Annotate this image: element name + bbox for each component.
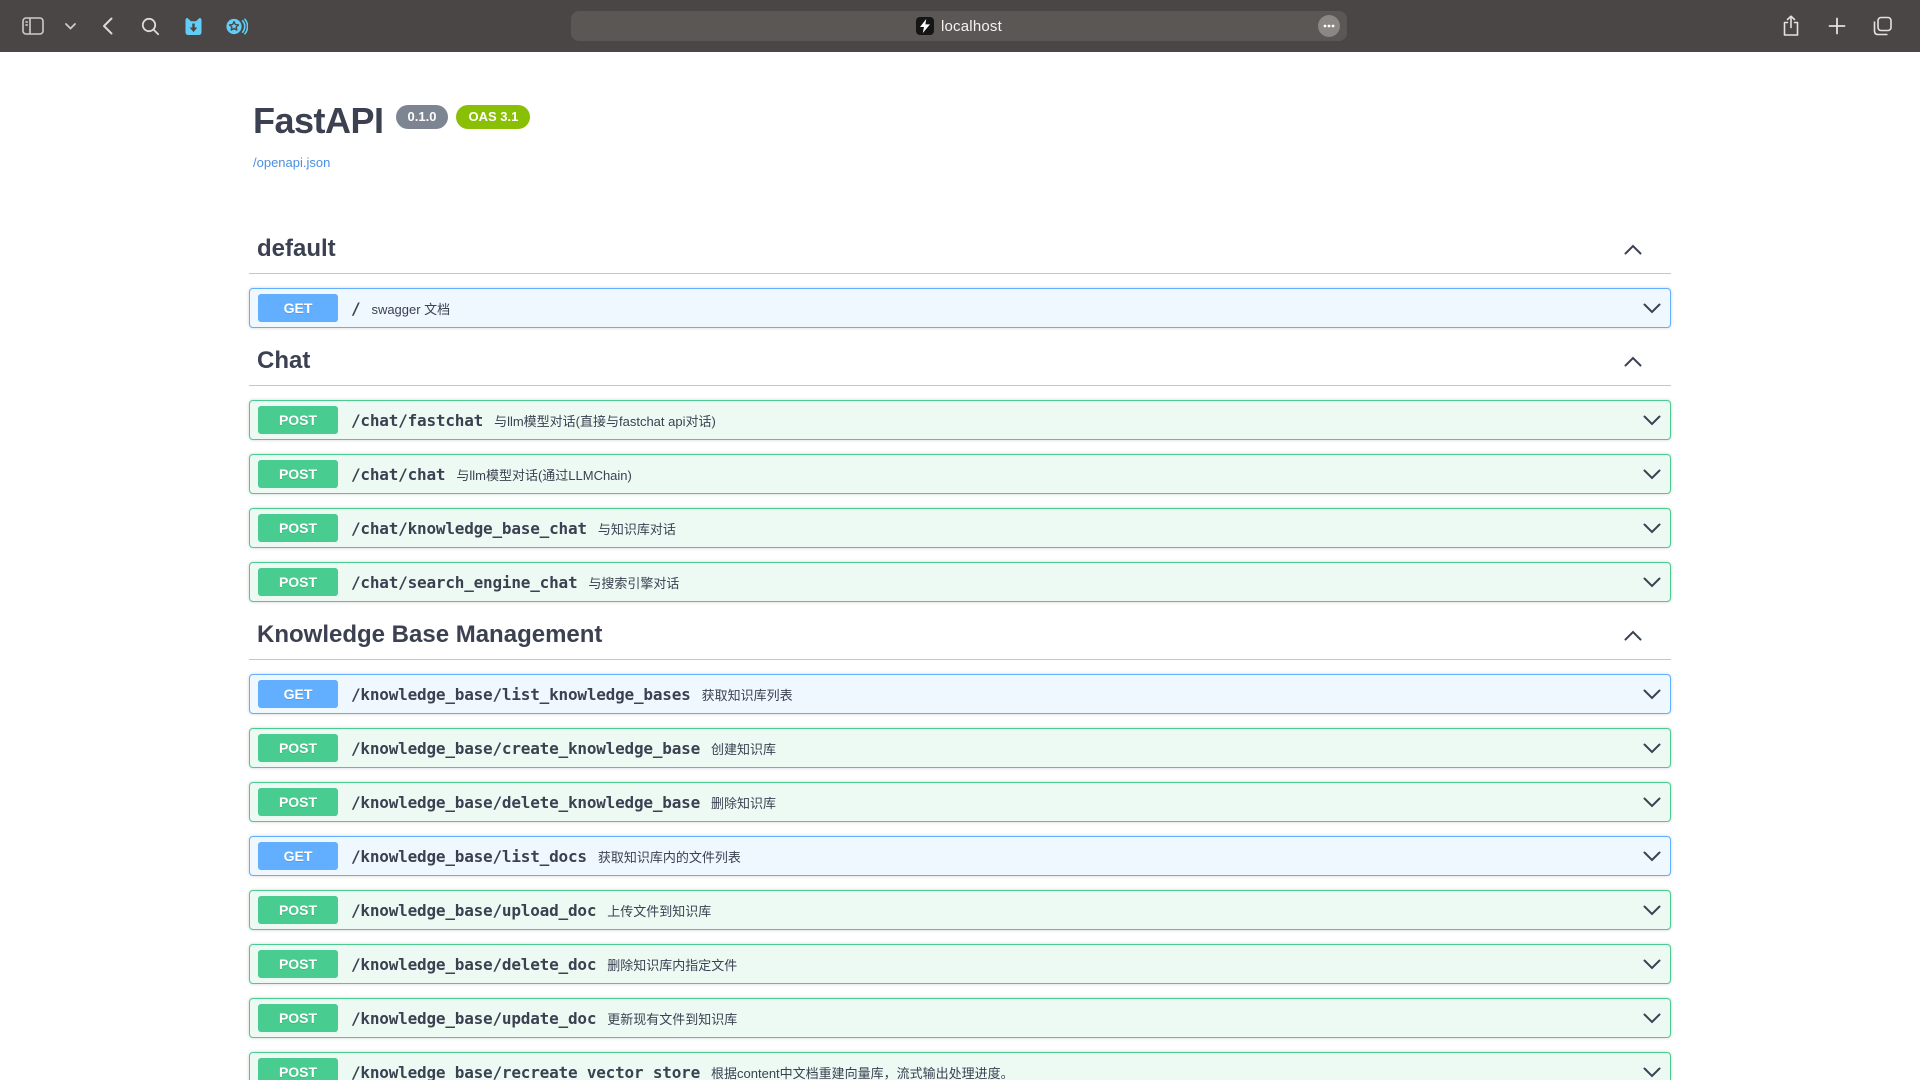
more-options-icon[interactable] bbox=[1318, 15, 1340, 37]
api-info: FastAPI 0.1.0 OAS 3.1 /openapi.json bbox=[249, 100, 1671, 172]
method-badge: POST bbox=[258, 1058, 338, 1080]
endpoint-path: /knowledge_base/list_knowledge_bases bbox=[351, 685, 691, 704]
sidebar-icon[interactable] bbox=[20, 13, 46, 39]
section-chat: Chat POST /chat/fastchat 与llm模型对话(直接与fas… bbox=[249, 336, 1671, 602]
section-title: Knowledge Base Management bbox=[257, 620, 602, 650]
endpoint-description: 删除知识库 bbox=[711, 793, 776, 812]
section-header-knowledge-base[interactable]: Knowledge Base Management bbox=[249, 610, 1671, 660]
operation-row[interactable]: POST /knowledge_base/upload_doc 上传文件到知识库 bbox=[249, 890, 1671, 930]
operation-row[interactable]: POST /knowledge_base/create_knowledge_ba… bbox=[249, 728, 1671, 768]
endpoint-description: 与知识库对话 bbox=[598, 519, 676, 538]
endpoint-description: 获取知识库内的文件列表 bbox=[598, 847, 741, 866]
method-badge: GET bbox=[258, 294, 338, 322]
endpoint-path: /knowledge_base/delete_doc bbox=[351, 955, 596, 974]
operation-row[interactable]: POST /knowledge_base/delete_doc 删除知识库内指定… bbox=[249, 944, 1671, 984]
tab-overview-icon[interactable] bbox=[1870, 13, 1896, 39]
search-icon[interactable] bbox=[137, 13, 163, 39]
method-badge: POST bbox=[258, 406, 338, 434]
endpoint-path: /chat/chat bbox=[351, 465, 445, 484]
method-badge: POST bbox=[258, 514, 338, 542]
swagger-page: FastAPI 0.1.0 OAS 3.1 /openapi.json defa… bbox=[0, 52, 1920, 1080]
endpoint-path: /chat/knowledge_base_chat bbox=[351, 519, 587, 538]
endpoint-description: 与llm模型对话(直接与fastchat api对话) bbox=[494, 411, 716, 430]
method-badge: POST bbox=[258, 788, 338, 816]
oas-badge: OAS 3.1 bbox=[456, 105, 530, 129]
method-badge: POST bbox=[258, 568, 338, 596]
method-badge: GET bbox=[258, 680, 338, 708]
chevron-down-icon[interactable] bbox=[1643, 469, 1661, 480]
endpoint-description: 更新现有文件到知识库 bbox=[607, 1009, 737, 1028]
method-badge: POST bbox=[258, 950, 338, 978]
back-icon[interactable] bbox=[94, 13, 120, 39]
operation-row[interactable]: POST /chat/chat 与llm模型对话(通过LLMChain) bbox=[249, 454, 1671, 494]
endpoint-path: /knowledge_base/upload_doc bbox=[351, 901, 596, 920]
endpoint-path: /knowledge_base/recreate_vector_store bbox=[351, 1063, 700, 1080]
chevron-down-icon[interactable] bbox=[1643, 797, 1661, 808]
chevron-down-icon[interactable] bbox=[1643, 577, 1661, 588]
operation-row[interactable]: GET / swagger 文档 bbox=[249, 288, 1671, 328]
address-bar[interactable]: localhost bbox=[571, 11, 1347, 41]
method-badge: POST bbox=[258, 734, 338, 762]
endpoint-description: 与llm模型对话(通过LLMChain) bbox=[456, 465, 632, 484]
chevron-down-icon[interactable] bbox=[1643, 415, 1661, 426]
section-knowledge-base: Knowledge Base Management GET /knowledge… bbox=[249, 610, 1671, 1080]
operation-row[interactable]: POST /chat/search_engine_chat 与搜索引擎对话 bbox=[249, 562, 1671, 602]
endpoint-description: 上传文件到知识库 bbox=[607, 901, 711, 920]
endpoint-path: /knowledge_base/create_knowledge_base bbox=[351, 739, 700, 758]
address-url: localhost bbox=[941, 18, 1002, 35]
method-badge: POST bbox=[258, 460, 338, 488]
chevron-down-icon[interactable] bbox=[1643, 905, 1661, 916]
site-favicon bbox=[916, 17, 934, 35]
chevron-down-icon[interactable] bbox=[1643, 689, 1661, 700]
endpoint-description: 根据content中文档重建向量库，流式输出处理进度。 bbox=[711, 1063, 1014, 1080]
endpoint-path: /chat/search_engine_chat bbox=[351, 573, 577, 592]
section-header-default[interactable]: default bbox=[249, 224, 1671, 274]
endpoint-path: /chat/fastchat bbox=[351, 411, 483, 430]
operation-row[interactable]: POST /knowledge_base/update_doc 更新现有文件到知… bbox=[249, 998, 1671, 1038]
operation-row[interactable]: POST /knowledge_base/delete_knowledge_ba… bbox=[249, 782, 1671, 822]
endpoint-description: 删除知识库内指定文件 bbox=[607, 955, 737, 974]
endpoint-path: /knowledge_base/list_docs bbox=[351, 847, 587, 866]
chevron-up-icon[interactable] bbox=[1624, 244, 1642, 255]
broadcast-extension-icon[interactable] bbox=[223, 13, 249, 39]
endpoint-path: /knowledge_base/update_doc bbox=[351, 1009, 596, 1028]
method-badge: POST bbox=[258, 1004, 338, 1032]
method-badge: POST bbox=[258, 896, 338, 924]
endpoint-description: 与搜索引擎对话 bbox=[588, 573, 679, 592]
method-badge: GET bbox=[258, 842, 338, 870]
chevron-down-icon[interactable] bbox=[1643, 523, 1661, 534]
operation-row[interactable]: GET /knowledge_base/list_knowledge_bases… bbox=[249, 674, 1671, 714]
endpoint-path: / bbox=[351, 299, 360, 318]
operation-row[interactable]: POST /knowledge_base/recreate_vector_sto… bbox=[249, 1052, 1671, 1080]
section-header-chat[interactable]: Chat bbox=[249, 336, 1671, 386]
browser-toolbar: localhost bbox=[0, 0, 1920, 52]
chevron-down-icon[interactable] bbox=[1643, 851, 1661, 862]
operation-row[interactable]: POST /chat/fastchat 与llm模型对话(直接与fastchat… bbox=[249, 400, 1671, 440]
chevron-down-icon[interactable] bbox=[1643, 1067, 1661, 1078]
share-icon[interactable] bbox=[1778, 13, 1804, 39]
operation-row[interactable]: POST /chat/knowledge_base_chat 与知识库对话 bbox=[249, 508, 1671, 548]
section-title: default bbox=[257, 234, 336, 264]
chevron-down-icon[interactable] bbox=[1643, 1013, 1661, 1024]
section-default: default GET / swagger 文档 bbox=[249, 224, 1671, 328]
new-tab-icon[interactable] bbox=[1824, 13, 1850, 39]
endpoint-path: /knowledge_base/delete_knowledge_base bbox=[351, 793, 700, 812]
chevron-down-icon[interactable] bbox=[63, 13, 77, 39]
endpoint-description: swagger 文档 bbox=[371, 299, 450, 318]
chevron-down-icon[interactable] bbox=[1643, 743, 1661, 754]
endpoint-description: 获取知识库列表 bbox=[702, 685, 793, 704]
endpoint-description: 创建知识库 bbox=[711, 739, 776, 758]
chevron-up-icon[interactable] bbox=[1624, 630, 1642, 641]
operation-row[interactable]: GET /knowledge_base/list_docs 获取知识库内的文件列… bbox=[249, 836, 1671, 876]
page-title: FastAPI bbox=[253, 100, 384, 142]
version-badge: 0.1.0 bbox=[396, 105, 449, 129]
openapi-spec-link[interactable]: /openapi.json bbox=[253, 155, 330, 170]
section-title: Chat bbox=[257, 346, 310, 376]
chevron-down-icon[interactable] bbox=[1643, 303, 1661, 314]
bookmark-extension-icon[interactable] bbox=[180, 13, 206, 39]
chevron-down-icon[interactable] bbox=[1643, 959, 1661, 970]
chevron-up-icon[interactable] bbox=[1624, 356, 1642, 367]
